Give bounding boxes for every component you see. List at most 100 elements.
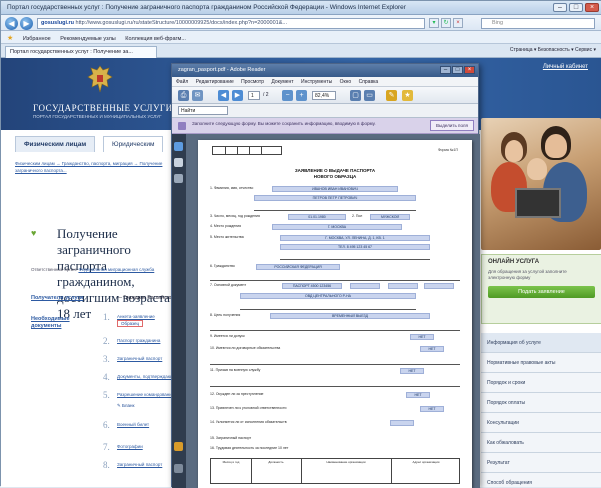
form-notice-bar: Заполните следующую форму. Вы можете сох… (172, 118, 478, 134)
close-icon[interactable]: × (585, 3, 599, 12)
form-field[interactable]: Г. МОСКВА (272, 224, 402, 230)
tools-icon[interactable]: ★ (402, 90, 413, 101)
document-link[interactable]: Заграничный паспорт (117, 356, 162, 361)
page-number-input[interactable]: 1 (248, 91, 260, 100)
agency-link[interactable]: Федеральная миграционная служба (78, 267, 154, 272)
side-menu-item[interactable]: Результат (481, 453, 601, 473)
form-field[interactable]: НЕТ (410, 334, 434, 340)
stop-icon[interactable]: × (453, 18, 463, 28)
highlight-fields-button[interactable]: Выделить поля (430, 120, 474, 131)
form-field[interactable]: НЕТ (420, 406, 444, 412)
fit-width-icon[interactable]: ▭ (364, 90, 375, 101)
form-title-line2: НОВОГО ОБРАЗЦА (313, 174, 357, 179)
tab-gosuslugi[interactable]: Портал государственных услуг : Получение… (5, 46, 157, 58)
menu-file[interactable]: Файл (176, 79, 188, 85)
submit-application-button[interactable]: Подать заявление (488, 286, 595, 298)
close-icon[interactable]: × (464, 66, 475, 74)
form-field[interactable]: Г. МОСКВА, УЛ. ЛЕНИНА, Д. 1, КВ. 1 (280, 235, 430, 241)
zoom-out-icon[interactable]: − (282, 90, 293, 101)
side-menu-item[interactable]: Порядок и сроки (481, 373, 601, 393)
zoom-input[interactable]: 82,4% (312, 91, 336, 100)
maximize-icon[interactable]: □ (569, 3, 583, 12)
back-button[interactable]: ◀ (5, 17, 18, 30)
command-bar[interactable]: Страница ▾ Безопасность ▾ Сервис ▾ (510, 47, 596, 53)
personal-cabinet-link[interactable]: Личный кабинет (543, 64, 588, 70)
form-field[interactable]: РОССИЙСКАЯ ФЕДЕРАЦИЯ (256, 264, 340, 270)
documents-link[interactable]: Необходимые документы (31, 316, 91, 330)
suggested-sites-link[interactable]: Рекомендуемые узлы (60, 36, 116, 42)
form-field[interactable]: ИВАНОВ ИВАН ИВАНОВИЧ (272, 186, 398, 192)
attach-icon[interactable] (174, 464, 183, 473)
form-icon (178, 122, 186, 130)
pages-icon[interactable] (174, 142, 183, 151)
form-field[interactable]: ТЕЛ. 8 495 123 45 67 (280, 244, 430, 250)
side-menu-item[interactable]: Способ обращения (481, 473, 601, 487)
form-field[interactable]: ВРЕМЕННЫЙ ВЫЕЗД (270, 313, 430, 319)
web-slices-link[interactable]: Коллекция веб-фрагм... (125, 36, 186, 42)
document-link[interactable]: Анкета-заявление (117, 314, 155, 319)
forward-button[interactable]: ▶ (20, 17, 33, 30)
document-link[interactable]: Заграничный паспорт (117, 462, 162, 467)
favorites-link[interactable]: Избранное (23, 36, 51, 42)
zoom-in-icon[interactable]: + (296, 90, 307, 101)
minimize-icon[interactable]: – (440, 66, 451, 74)
refresh-icon[interactable]: ↻ (441, 18, 451, 28)
maximize-icon[interactable]: □ (452, 66, 463, 74)
menu-help[interactable]: Справка (359, 79, 379, 85)
tab-legal-entities[interactable]: Юридическим (103, 136, 164, 152)
side-menu-item[interactable]: Информация об услуге (481, 333, 601, 353)
form-field[interactable] (390, 420, 414, 426)
url-field[interactable]: gosuslugi.ru http://www.gosuslugi.ru/ru/… (37, 18, 425, 29)
comment-icon[interactable]: ✉ (192, 90, 203, 101)
menu-document[interactable]: Документ (271, 79, 293, 85)
form-field[interactable]: 01.01.1980 (288, 214, 346, 220)
side-menu-item[interactable]: Консультации (481, 413, 601, 433)
form-field[interactable] (424, 283, 454, 289)
menu-tools[interactable]: Инструменты (301, 79, 332, 85)
menu-view[interactable]: Просмотр (241, 79, 264, 85)
form-field[interactable]: ОВД ЦЕНТРАЛЬНОГО Р-НА (240, 293, 416, 299)
form-field[interactable]: ПЕТРОВ ПЕТР ПЕТРОВИЧ (254, 195, 416, 201)
tab-strip: Портал государственных услуг : Получение… (1, 44, 601, 58)
menu-edit[interactable]: Редактирование (196, 79, 234, 85)
find-input[interactable]: Найти (178, 106, 228, 115)
attachments-icon[interactable] (174, 158, 183, 167)
form-field[interactable] (350, 283, 380, 289)
side-menu-item[interactable]: Нормативные правовые акты (481, 353, 601, 373)
sample-button[interactable]: Образец (117, 320, 144, 327)
form-field[interactable]: НЕТ (420, 346, 444, 352)
star-icon[interactable]: ★ (7, 35, 13, 42)
form-field[interactable]: МУЖСКОЙ (370, 214, 410, 220)
form-field[interactable]: НЕТ (400, 368, 424, 374)
recipients-link[interactable]: Получатели услуги (31, 295, 83, 301)
form-button[interactable]: ✎ Бланк (117, 403, 135, 409)
form-row: 15. Заграничный паспорт (210, 436, 252, 440)
search-input[interactable]: Bing (481, 18, 595, 29)
prev-page-icon[interactable]: ◀ (218, 90, 229, 101)
comments-icon[interactable] (174, 442, 183, 451)
side-menu-item[interactable]: Как обжаловать (481, 433, 601, 453)
fit-page-icon[interactable]: ▢ (350, 90, 361, 101)
form-field[interactable]: ПАСПОРТ 4500 123456 (282, 283, 342, 289)
form-row: 4. Место рождения Г. МОСКВА (210, 224, 462, 231)
coat-of-arms-icon (87, 65, 113, 93)
document-link[interactable]: Фотографии (117, 444, 143, 449)
breadcrumb[interactable]: Физическим лицам → Гражданство, паспорта… (15, 160, 175, 174)
form-code: Форма №1П (437, 148, 458, 152)
side-menu-item[interactable]: Порядок оплаты (481, 393, 601, 413)
minimize-icon[interactable]: – (553, 3, 567, 12)
menu-window[interactable]: Окно (340, 79, 352, 85)
tab-individuals[interactable]: Физическим лицам (15, 136, 96, 152)
signatures-icon[interactable] (174, 174, 183, 183)
document-link[interactable]: Разрешение командования (117, 392, 174, 397)
document-link[interactable]: Паспорт гражданина (117, 338, 160, 343)
print-icon[interactable]: ⎙ (178, 90, 189, 101)
site-name[interactable]: ГОСУДАРСТВЕННЫЕ УСЛУГИ (33, 103, 173, 113)
dropdown-icon[interactable]: ▾ (429, 18, 439, 28)
form-field[interactable] (388, 283, 418, 289)
next-page-icon[interactable]: ▶ (232, 90, 243, 101)
sign-icon[interactable]: ✎ (386, 90, 397, 101)
favorite-heart-icon[interactable]: ♥ (31, 228, 36, 238)
document-link[interactable]: Военный билет (117, 422, 149, 427)
form-field[interactable]: НЕТ (406, 392, 430, 398)
